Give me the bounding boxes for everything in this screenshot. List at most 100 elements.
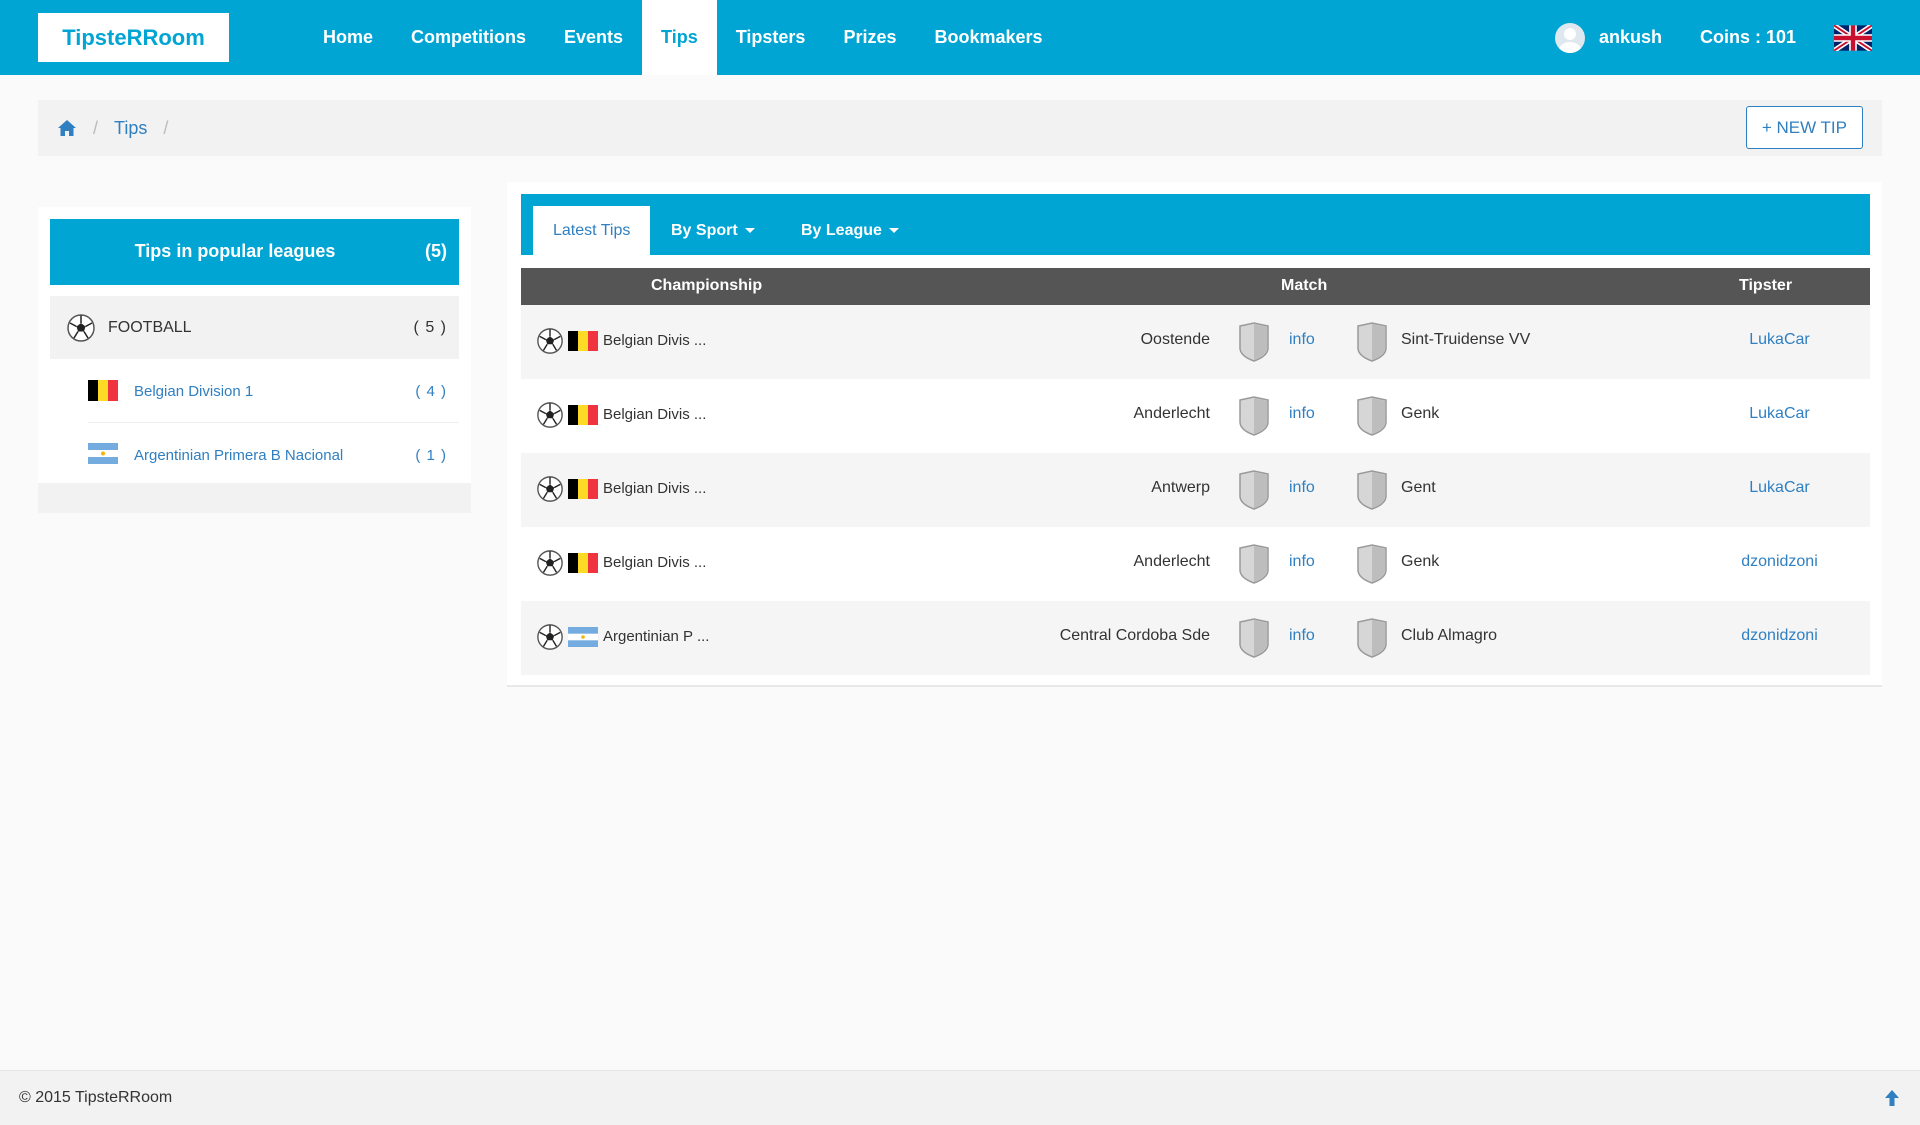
tab-by-league-label: By League <box>801 221 882 239</box>
table-row[interactable]: Belgian Divis ... Anderlecht info Genk LukaC… <box>521 379 1870 453</box>
caret-down-icon <box>888 228 899 233</box>
away-team-shield-icon <box>1357 470 1387 510</box>
nav-bookmakers[interactable]: Bookmakers <box>915 0 1061 75</box>
copyright: © 2015 TipsteRRoom <box>19 1089 173 1106</box>
argentina-flag-icon <box>568 627 598 647</box>
page-footer: © 2015 TipsteRRoom <box>0 1070 1920 1125</box>
top-navbar: TipsteRRoom Home Competitions Events Tip… <box>0 0 1920 75</box>
header-match: Match <box>1281 277 1328 294</box>
breadcrumb: / Tips / <box>57 100 184 156</box>
row-away-team: Gent <box>1401 479 1436 496</box>
sport-label: FOOTBALL <box>108 318 192 336</box>
username: ankush <box>1598 27 1662 47</box>
soccer-ball-icon <box>537 328 563 354</box>
league-count: ( 4 ) <box>415 383 447 400</box>
main-nav: Home Competitions Events Tips Tipsters P… <box>304 0 1062 75</box>
tab-by-league[interactable]: By League <box>781 206 919 255</box>
sidebar-title: Tips in popular leagues <box>134 241 336 261</box>
nav-prizes[interactable]: Prizes <box>824 0 915 75</box>
league-count: ( 1 ) <box>415 446 447 464</box>
row-away-team: Club Almagro <box>1401 627 1498 644</box>
sidebar-league-belgian-division-1[interactable]: Belgian Division 1 ( 4 ) <box>88 361 459 423</box>
away-team-shield-icon <box>1357 322 1387 362</box>
away-team-shield-icon <box>1357 544 1387 584</box>
row-tipster-link[interactable]: dzonidzoni <box>1671 553 1888 571</box>
scroll-top-icon[interactable] <box>1884 1089 1900 1107</box>
belgium-flag-icon <box>88 380 118 401</box>
nav-tipsters[interactable]: Tipsters <box>717 0 825 75</box>
tips-tabbar: Latest Tips By Sport By League <box>521 194 1870 255</box>
row-home-team: Anderlecht <box>1133 553 1211 570</box>
soccer-ball-icon <box>537 550 563 576</box>
breadcrumb-tips[interactable]: Tips <box>114 118 147 139</box>
tips-table-header: Championship Match Tipster <box>521 268 1870 305</box>
belgium-flag-icon <box>568 405 598 425</box>
soccer-ball-icon <box>537 402 563 428</box>
table-row[interactable]: Belgian Divis ... Oostende info Sint-Truide… <box>521 305 1870 379</box>
home-team-shield-icon <box>1239 396 1269 436</box>
coins-balance: Coins : 101 <box>1699 27 1796 47</box>
nav-right: ankush Coins : 101 <box>1554 0 1872 75</box>
match-info-link[interactable]: info <box>1289 331 1315 349</box>
sidebar-sport-football[interactable]: FOOTBALL ( 5 ) <box>50 296 459 359</box>
match-info-link[interactable]: info <box>1289 627 1315 645</box>
home-icon[interactable] <box>57 118 77 138</box>
tab-by-sport-label: By Sport <box>671 221 738 239</box>
soccer-ball-icon <box>537 476 563 502</box>
tab-latest-tips[interactable]: Latest Tips <box>533 206 651 255</box>
nav-tips[interactable]: Tips <box>642 0 717 75</box>
row-away-team: Sint-Truidense VV <box>1401 331 1531 348</box>
belgium-flag-icon <box>568 479 598 499</box>
nav-home[interactable]: Home <box>304 0 392 75</box>
tips-panel: Latest Tips By Sport By League Champions… <box>507 182 1882 687</box>
tab-by-sport[interactable]: By Sport <box>651 206 775 255</box>
soccer-ball-icon <box>537 624 563 650</box>
user-menu[interactable]: ankush <box>1554 22 1662 53</box>
new-tip-button[interactable]: + NEW TIP <box>1745 106 1863 149</box>
away-team-shield-icon <box>1357 396 1387 436</box>
avatar-icon <box>1554 22 1585 53</box>
row-home-team: Central Cordoba Sde <box>1059 627 1210 644</box>
match-info-link[interactable]: info <box>1289 553 1315 571</box>
breadcrumb-separator: / <box>163 117 169 138</box>
belgium-flag-icon <box>568 553 598 573</box>
uk-flag-icon[interactable] <box>1834 24 1872 51</box>
home-team-shield-icon <box>1239 322 1269 362</box>
home-team-shield-icon <box>1239 470 1269 510</box>
caret-down-icon <box>744 228 755 233</box>
row-tipster-link[interactable]: LukaCar <box>1671 331 1888 349</box>
row-tipster-link[interactable]: dzonidzoni <box>1671 627 1888 645</box>
row-home-team: Oostende <box>1140 331 1210 348</box>
table-row[interactable]: Belgian Divis ... Anderlecht info Genk dzoni… <box>521 527 1870 601</box>
nav-events[interactable]: Events <box>545 0 642 75</box>
away-team-shield-icon <box>1357 618 1387 658</box>
match-info-link[interactable]: info <box>1289 479 1315 497</box>
row-championship[interactable]: Belgian Divis ... <box>603 332 706 349</box>
table-row[interactable]: Belgian Divis ... Antwerp info Gent LukaCar <box>521 453 1870 527</box>
nav-competitions[interactable]: Competitions <box>392 0 545 75</box>
row-tipster-link[interactable]: LukaCar <box>1671 405 1888 423</box>
row-championship[interactable]: Belgian Divis ... <box>603 406 706 423</box>
match-info-link[interactable]: info <box>1289 405 1315 423</box>
sport-count: ( 5 ) <box>413 318 447 336</box>
argentina-flag-icon <box>88 443 118 464</box>
row-tipster-link[interactable]: LukaCar <box>1671 479 1888 497</box>
soccer-ball-icon <box>67 313 95 342</box>
row-championship[interactable]: Belgian Divis ... <box>603 554 706 571</box>
row-championship[interactable]: Argentinian P ... <box>603 628 709 645</box>
home-team-shield-icon <box>1239 544 1269 584</box>
row-championship[interactable]: Belgian Divis ... <box>603 480 706 497</box>
sidebar-header: Tips in popular leagues (5) <box>50 219 459 285</box>
row-away-team: Genk <box>1401 553 1440 570</box>
sidebar-footer <box>38 483 471 513</box>
breadcrumb-separator: / <box>93 117 99 138</box>
row-home-team: Antwerp <box>1151 479 1210 496</box>
sidebar-league-argentinian-primera-b[interactable]: Argentinian Primera B Nacional ( 1 ) <box>88 424 459 486</box>
league-name: Argentinian Primera B Nacional <box>134 446 344 464</box>
breadcrumb-bar: / Tips / + NEW TIP <box>38 100 1882 156</box>
brand-logo[interactable]: TipsteRRoom <box>38 13 229 62</box>
table-row[interactable]: Argentinian P ... Central Cordoba Sde info… <box>521 601 1870 675</box>
belgium-flag-icon <box>568 331 598 351</box>
row-home-team: Anderlecht <box>1133 405 1211 422</box>
row-away-team: Genk <box>1401 405 1440 422</box>
